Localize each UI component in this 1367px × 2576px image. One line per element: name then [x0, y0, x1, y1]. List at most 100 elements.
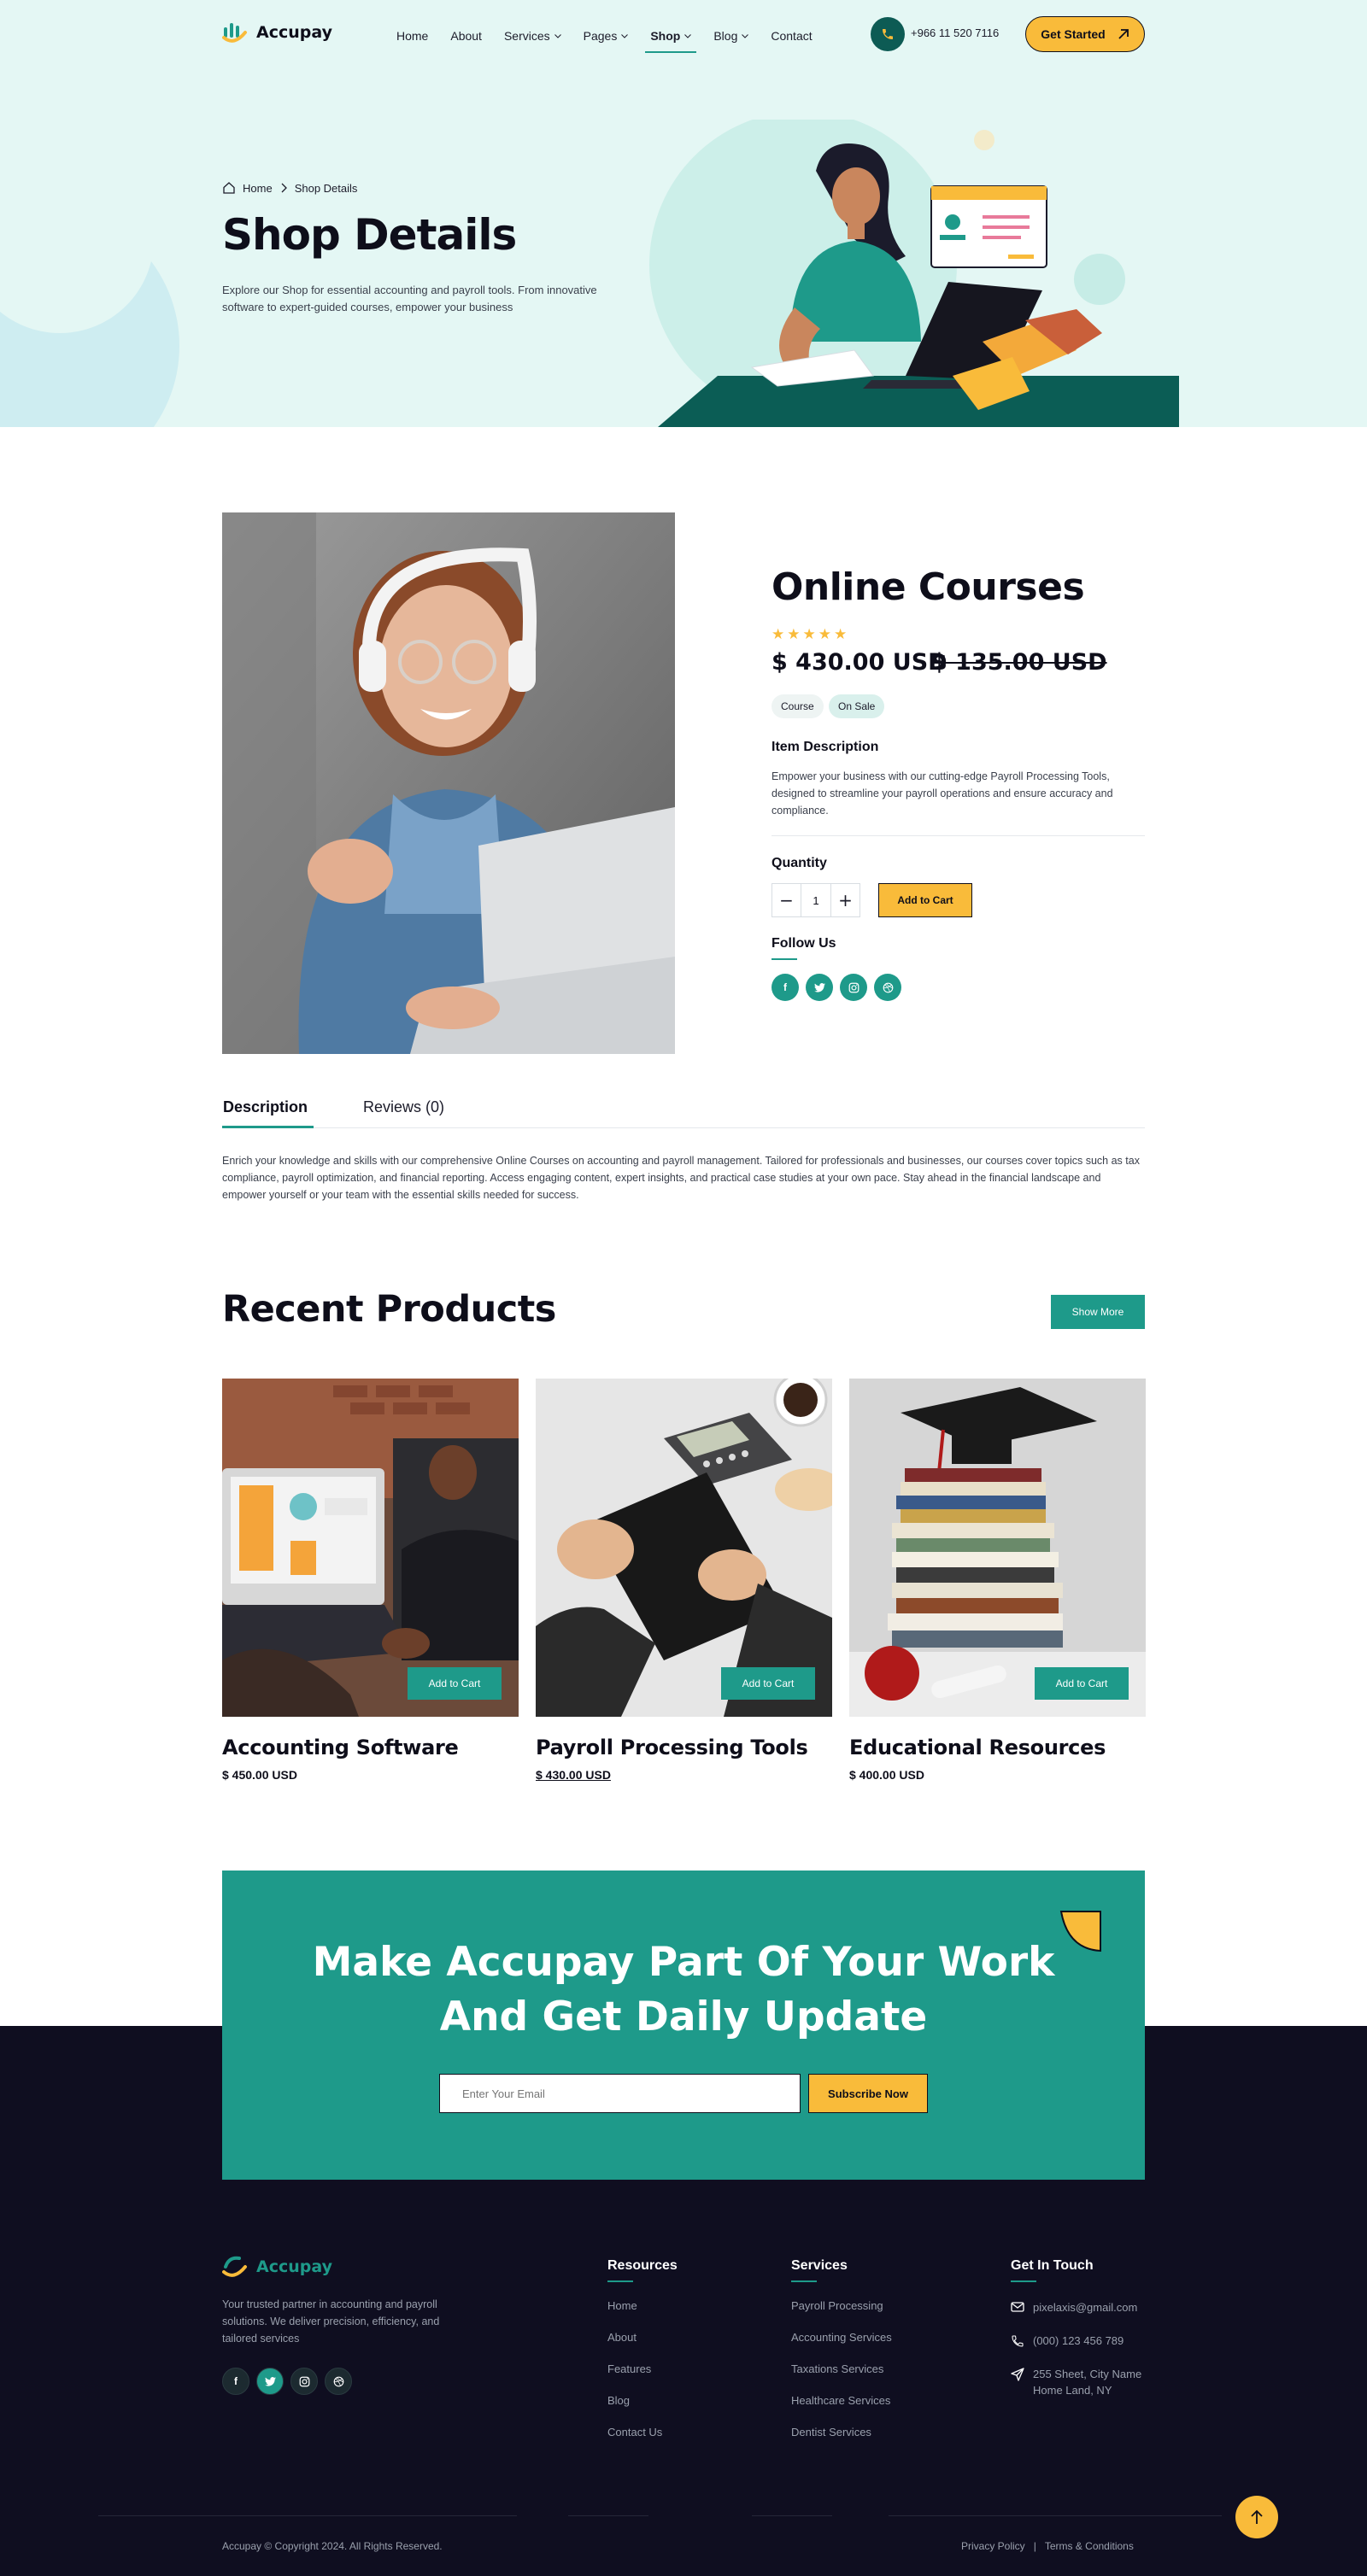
nav-blog[interactable]: Blog — [713, 26, 749, 46]
address-line-1: 255 Sheet, City Name — [1033, 2368, 1142, 2380]
heading-underline — [791, 2280, 817, 2282]
accupay-logo-icon — [222, 23, 247, 43]
card-add-to-cart-button[interactable]: Add to Cart — [721, 1667, 815, 1700]
footer-services-title: Services — [791, 2258, 848, 2273]
quantity-increment-button[interactable]: + — [831, 884, 860, 916]
newsletter-title-line-1: Make Accupay Part Of Your Work — [312, 1939, 1055, 1986]
privacy-policy-link[interactable]: Privacy Policy — [961, 2540, 1025, 2552]
nav-about[interactable]: About — [450, 26, 482, 46]
chevron-right-icon — [281, 183, 287, 193]
nav-contact[interactable]: Contact — [771, 26, 812, 46]
item-description-heading: Item Description — [772, 740, 879, 754]
brand-logo[interactable]: Accupay — [222, 20, 332, 44]
get-started-button[interactable]: Get Started — [1025, 16, 1145, 52]
footer-services-column: Services Payroll Processing Accounting S… — [791, 2258, 892, 2457]
newsletter-email-input[interactable] — [439, 2074, 801, 2113]
add-to-cart-button[interactable]: Add to Cart — [878, 883, 972, 917]
card-add-to-cart-button[interactable]: Add to Cart — [408, 1667, 502, 1700]
subscribe-button[interactable]: Subscribe Now — [808, 2074, 928, 2113]
heading-underline — [607, 2280, 633, 2282]
footer-link[interactable]: Features — [607, 2362, 678, 2375]
facebook-icon[interactable]: f — [222, 2368, 249, 2395]
footer-address: 255 Sheet, City Name Home Land, NY — [1011, 2366, 1141, 2398]
instagram-icon[interactable] — [840, 974, 867, 1001]
quantity-value[interactable]: 1 — [801, 884, 831, 916]
footer-divider — [889, 2515, 1222, 2516]
tab-reviews[interactable]: Reviews (0) — [363, 1098, 444, 1116]
product-card-title[interactable]: Accounting Software — [222, 1736, 519, 1759]
newsletter-title-line-2: And Get Daily Update — [439, 1993, 928, 2040]
chevron-down-icon — [554, 33, 561, 38]
footer-contact-column: Get In Touch pixelaxis@gmail.com (000) 1… — [1011, 2258, 1141, 2415]
twitter-icon[interactable] — [256, 2368, 284, 2395]
footer-link[interactable]: Contact Us — [607, 2426, 678, 2438]
footer-link[interactable]: Home — [607, 2299, 678, 2312]
quantity-label: Quantity — [772, 856, 827, 870]
dribbble-icon[interactable] — [325, 2368, 352, 2395]
footer-link[interactable]: Blog — [607, 2394, 678, 2407]
recent-products-title: Recent Products — [222, 1288, 556, 1331]
footer-social-links: f — [222, 2368, 352, 2395]
footer-link[interactable]: Accounting Services — [791, 2331, 892, 2344]
facebook-icon[interactable]: f — [772, 974, 799, 1001]
get-started-label: Get Started — [1041, 27, 1106, 41]
nav-home[interactable]: Home — [396, 26, 428, 46]
chevron-down-icon — [684, 33, 692, 38]
newsletter-title: Make Accupay Part Of Your Work And Get D… — [222, 1935, 1145, 2045]
header-phone-number[interactable]: +966 11 520 7116 — [911, 26, 999, 39]
footer-brand-name: Accupay — [256, 2257, 332, 2276]
tab-description-content: Enrich your knowledge and skills with ou… — [222, 1155, 1140, 1201]
terms-link[interactable]: Terms & Conditions — [1045, 2540, 1134, 2552]
product-card-title[interactable]: Payroll Processing Tools — [536, 1736, 832, 1759]
footer-phone[interactable]: (000) 123 456 789 — [1011, 2333, 1141, 2349]
breadcrumb-current: Shop Details — [294, 181, 358, 195]
instagram-icon[interactable] — [290, 2368, 318, 2395]
tabs-divider — [222, 1127, 1145, 1128]
nav-label: About — [450, 29, 482, 43]
item-description: Empower your business with our cutting-e… — [772, 770, 1113, 817]
footer-resources-title: Resources — [607, 2258, 678, 2273]
product-card[interactable]: Add to Cart Accounting Software $ 450.00… — [222, 1379, 519, 1782]
footer-link[interactable]: Healthcare Services — [791, 2394, 892, 2407]
heading-underline — [772, 958, 797, 960]
footer-link[interactable]: Payroll Processing — [791, 2299, 892, 2312]
twitter-icon[interactable] — [806, 974, 833, 1001]
product-card[interactable]: Add to Cart Educational Resources $ 400.… — [849, 1379, 1146, 1782]
footer-divider — [98, 2515, 517, 2516]
product-card-image: Add to Cart — [849, 1379, 1146, 1717]
hero-description: Explore our Shop for essential accountin… — [222, 284, 597, 313]
footer-email[interactable]: pixelaxis@gmail.com — [1011, 2299, 1141, 2315]
footer-phone-text: (000) 123 456 789 — [1033, 2334, 1124, 2347]
quantity-decrement-button[interactable]: − — [772, 884, 801, 916]
show-more-button[interactable]: Show More — [1051, 1295, 1145, 1329]
product-card-image: Add to Cart — [222, 1379, 519, 1717]
tab-description[interactable]: Description — [223, 1098, 308, 1116]
product-card-title[interactable]: Educational Resources — [849, 1736, 1146, 1759]
hero-section: Accupay Home About Services Pages Shop B… — [0, 0, 1367, 427]
scroll-to-top-button[interactable] — [1235, 2496, 1278, 2538]
phone-icon — [1012, 2335, 1024, 2347]
tag-course[interactable]: Course — [772, 694, 824, 718]
footer-contact-title: Get In Touch — [1011, 2258, 1094, 2273]
card-add-to-cart-button[interactable]: Add to Cart — [1035, 1667, 1129, 1700]
product-card[interactable]: Add to Cart Payroll Processing Tools $ 4… — [536, 1379, 832, 1782]
mail-icon — [1011, 2302, 1024, 2312]
footer-brand-logo[interactable]: Accupay — [222, 2255, 332, 2279]
arrow-up-icon — [1251, 2509, 1263, 2524]
nav-pages[interactable]: Pages — [584, 26, 629, 46]
legal-links: Privacy Policy | Terms & Conditions — [961, 2540, 1134, 2552]
graduation-books-photo — [849, 1379, 1146, 1717]
nav-shop[interactable]: Shop — [645, 26, 697, 53]
tag-on-sale[interactable]: On Sale — [829, 694, 885, 718]
product-card-image: Add to Cart — [536, 1379, 832, 1717]
nav-label: Contact — [771, 29, 813, 43]
student-with-headphones-photo — [222, 512, 675, 1054]
nav-services[interactable]: Services — [504, 26, 561, 46]
dribbble-icon[interactable] — [874, 974, 901, 1001]
product-title: Online Courses — [772, 565, 1085, 609]
footer-link[interactable]: Taxations Services — [791, 2362, 892, 2375]
phone-call-button[interactable] — [871, 17, 905, 51]
breadcrumb-home[interactable]: Home — [243, 182, 273, 195]
footer-link[interactable]: Dentist Services — [791, 2426, 892, 2438]
footer-link[interactable]: About — [607, 2331, 678, 2344]
